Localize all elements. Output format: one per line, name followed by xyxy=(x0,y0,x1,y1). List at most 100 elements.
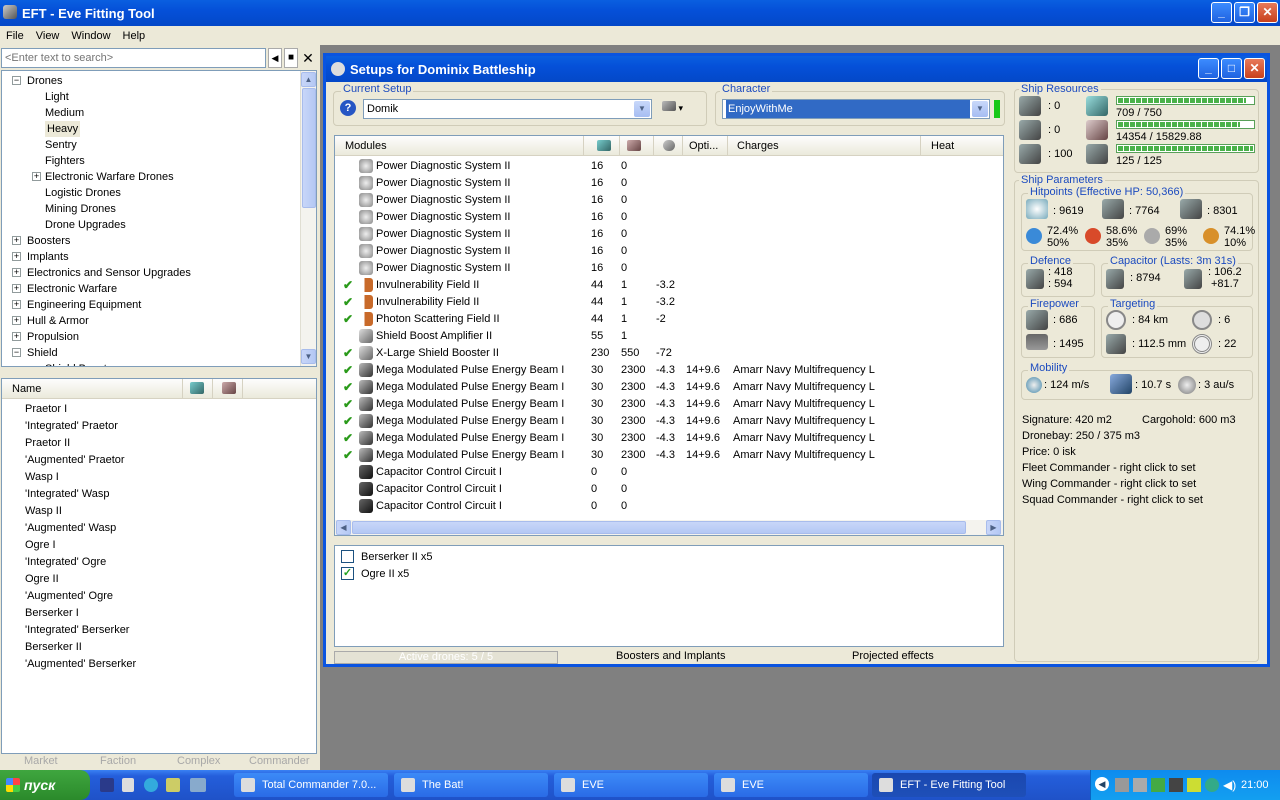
list-item[interactable]: Wasp II xyxy=(25,503,62,519)
module-row[interactable]: ✔ Photon Scattering Field II 44 1 -2 xyxy=(335,311,1003,328)
module-row[interactable]: Power Diagnostic System II 16 0 xyxy=(335,226,1003,243)
module-row[interactable]: ✔ Mega Modulated Pulse Energy Beam I 30 230… xyxy=(335,447,1003,464)
expander-icon[interactable]: + xyxy=(12,284,21,293)
quicklaunch-save-icon[interactable] xyxy=(100,778,114,792)
module-row[interactable]: Shield Boost Amplifier II 55 1 xyxy=(335,328,1003,345)
setup-minimize-button[interactable]: _ xyxy=(1198,58,1219,79)
clock[interactable]: 21:00 xyxy=(1241,779,1269,791)
tab-faction[interactable]: Faction xyxy=(100,755,136,767)
expander-icon[interactable]: + xyxy=(12,332,21,341)
pg-column-icon[interactable] xyxy=(222,382,236,394)
hscroll-thumb[interactable] xyxy=(352,521,966,534)
quicklaunch-app-icon[interactable] xyxy=(166,778,180,792)
list-item[interactable]: 'Integrated' Wasp xyxy=(25,486,110,502)
tray-icon-5[interactable] xyxy=(1187,778,1201,792)
menu-view[interactable]: View xyxy=(30,30,66,42)
scroll-down-button[interactable]: ▼ xyxy=(301,349,316,364)
expander-icon[interactable]: + xyxy=(12,300,21,309)
column-name[interactable]: Name xyxy=(12,380,41,398)
list-item[interactable]: 'Integrated' Praetor xyxy=(25,418,118,434)
setup-select[interactable]: Domik ▼ xyxy=(363,99,652,119)
list-item[interactable]: Praetor II xyxy=(25,435,70,451)
setup-maximize-button[interactable]: □ xyxy=(1221,58,1242,79)
taskbar-button[interactable]: EVE xyxy=(554,773,708,797)
list-item[interactable]: 'Augmented' Berserker xyxy=(25,656,136,672)
clear-search-button[interactable]: ✕ xyxy=(300,48,316,68)
chevron-down-icon[interactable]: ▼ xyxy=(634,101,650,117)
column-charges[interactable]: Charges xyxy=(737,137,779,155)
expander-icon[interactable]: + xyxy=(12,316,21,325)
drone-checkbox[interactable]: ✓ xyxy=(341,567,354,580)
scroll-up-button[interactable]: ▲ xyxy=(301,72,316,87)
expander-icon[interactable]: − xyxy=(12,348,21,357)
setup-close-button[interactable]: ✕ xyxy=(1244,58,1265,79)
volume-icon[interactable]: ◀) xyxy=(1223,778,1237,792)
search-back-button[interactable]: ◀ xyxy=(268,48,282,68)
list-item[interactable]: Wasp I xyxy=(25,469,59,485)
column-optimal[interactable]: Opti... xyxy=(689,137,718,155)
tray-icon-6[interactable] xyxy=(1205,778,1219,792)
search-input[interactable] xyxy=(1,48,266,68)
setup-actions-button[interactable]: ▾ xyxy=(662,101,692,119)
list-item[interactable]: Praetor I xyxy=(25,401,67,417)
taskbar-button[interactable]: Total Commander 7.0... xyxy=(234,773,388,797)
column-heat[interactable]: Heat xyxy=(931,137,954,155)
tray-icon-2[interactable] xyxy=(1133,778,1147,792)
module-row[interactable]: ✔ Mega Modulated Pulse Energy Beam I 30 230… xyxy=(335,430,1003,447)
app-title-bar[interactable]: EFT - Eve Fitting Tool _ ❐ ✕ xyxy=(0,0,1280,26)
list-item[interactable]: 'Augmented' Praetor xyxy=(25,452,125,468)
module-row[interactable]: Power Diagnostic System II 16 0 xyxy=(335,175,1003,192)
quicklaunch-calc-icon[interactable] xyxy=(122,778,134,792)
expander-icon[interactable]: + xyxy=(12,252,21,261)
pg-column-icon[interactable] xyxy=(627,140,641,151)
chevron-down-icon[interactable]: ▼ xyxy=(972,101,988,117)
module-row[interactable]: Capacitor Control Circuit I 0 0 xyxy=(335,481,1003,498)
character-select[interactable]: EnjoyWithMe ▼ xyxy=(722,99,990,119)
lock-icon[interactable]: ■ xyxy=(284,48,298,68)
list-item[interactable]: Berserker II xyxy=(25,639,82,655)
modules-hscrollbar[interactable]: ◀ ▶ xyxy=(335,520,1003,535)
menu-window[interactable]: Window xyxy=(65,30,116,42)
projected-effects-button[interactable]: Projected effects xyxy=(852,650,934,662)
scroll-right-button[interactable]: ▶ xyxy=(986,520,1001,535)
quicklaunch-desktop-icon[interactable] xyxy=(190,778,206,792)
list-item[interactable]: 'Augmented' Wasp xyxy=(25,520,116,536)
tree-scrollbar[interactable]: ▲ ▼ xyxy=(300,71,316,366)
drone-checkbox[interactable] xyxy=(341,550,354,563)
scroll-thumb[interactable] xyxy=(302,88,316,208)
module-row[interactable]: ✔ X-Large Shield Booster II 230 550 -72 xyxy=(335,345,1003,362)
close-button[interactable]: ✕ xyxy=(1257,2,1278,23)
module-row[interactable]: Capacitor Control Circuit I 0 0 xyxy=(335,498,1003,515)
taskbar-button[interactable]: EVE xyxy=(714,773,868,797)
list-item[interactable]: 'Integrated' Ogre xyxy=(25,554,106,570)
module-row[interactable]: Power Diagnostic System II 16 0 xyxy=(335,243,1003,260)
tray-icon-1[interactable] xyxy=(1115,778,1129,792)
tab-market[interactable]: Market xyxy=(24,755,58,767)
list-item[interactable]: Ogre II xyxy=(25,571,59,587)
module-row[interactable]: Power Diagnostic System II 16 0 xyxy=(335,158,1003,175)
column-modules[interactable]: Modules xyxy=(345,137,387,155)
list-item[interactable]: 'Integrated' Berserker xyxy=(25,622,129,638)
list-item[interactable]: 'Augmented' Ogre xyxy=(25,588,113,604)
module-row[interactable]: Power Diagnostic System II 16 0 xyxy=(335,260,1003,277)
expander-icon[interactable]: + xyxy=(32,172,41,181)
module-row[interactable]: ✔ Mega Modulated Pulse Energy Beam I 30 230… xyxy=(335,362,1003,379)
module-row[interactable]: ✔ Mega Modulated Pulse Energy Beam I 30 230… xyxy=(335,396,1003,413)
module-row[interactable]: ✔ Invulnerability Field II 44 1 -3.2 xyxy=(335,294,1003,311)
fleet-commander[interactable]: Fleet Commander - right click to set xyxy=(1022,462,1196,474)
expander-icon[interactable]: + xyxy=(12,236,21,245)
expander-icon[interactable]: + xyxy=(12,268,21,277)
expander-icon[interactable]: − xyxy=(12,76,21,85)
module-row[interactable]: Power Diagnostic System II 16 0 xyxy=(335,192,1003,209)
wing-commander[interactable]: Wing Commander - right click to set xyxy=(1022,478,1196,490)
list-item[interactable]: Ogre I xyxy=(25,537,56,553)
module-row[interactable]: ✔ Mega Modulated Pulse Energy Beam I 30 230… xyxy=(335,379,1003,396)
tab-commander[interactable]: Commander xyxy=(249,755,310,767)
taskbar-button[interactable]: EFT - Eve Fitting Tool xyxy=(872,773,1026,797)
module-row[interactable]: Capacitor Control Circuit I 0 0 xyxy=(335,464,1003,481)
boosters-implants-button[interactable]: Boosters and Implants xyxy=(616,650,725,662)
cpu-column-icon[interactable] xyxy=(597,140,611,151)
capacitor-column-icon[interactable] xyxy=(663,140,675,151)
start-button[interactable]: пуск xyxy=(0,770,90,800)
scroll-left-button[interactable]: ◀ xyxy=(336,520,351,535)
